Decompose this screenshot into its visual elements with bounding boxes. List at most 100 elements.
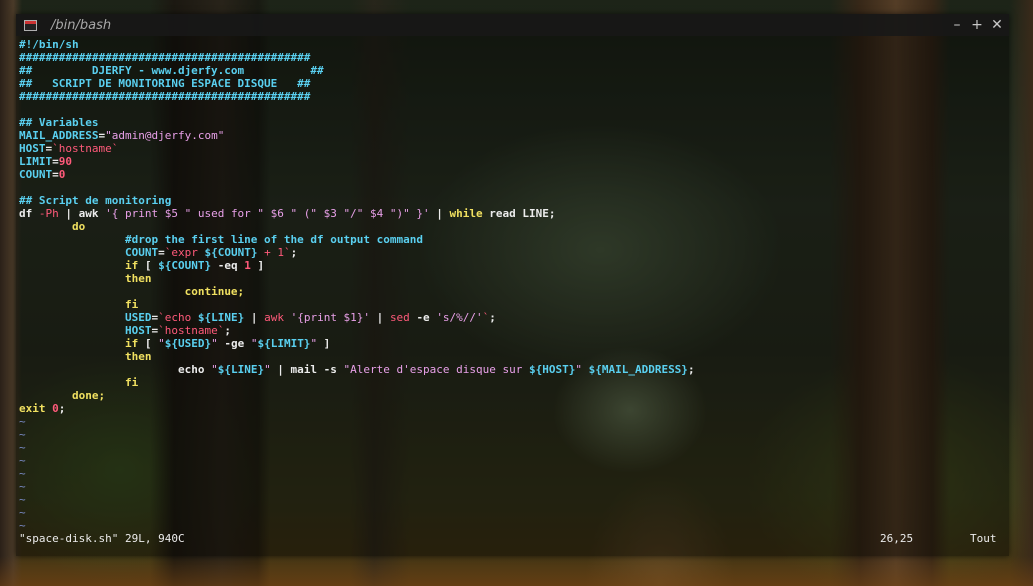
- title-bar[interactable]: /bin/bash – + ✕: [16, 14, 1009, 36]
- code-token: COUNT: [19, 168, 53, 181]
- background-ground: [0, 556, 1033, 586]
- empty-line-marker[interactable]: ~: [19, 441, 695, 454]
- empty-line-marker[interactable]: ~: [19, 415, 695, 428]
- maximize-button[interactable]: +: [971, 16, 983, 34]
- code-token: ${LINE}: [197, 311, 245, 324]
- code-line[interactable]: if [ ${COUNT} -eq 1 ]: [19, 259, 695, 272]
- code-line[interactable]: [19, 103, 695, 116]
- code-token: if: [124, 259, 139, 272]
- code-line[interactable]: ## Variables: [19, 116, 695, 129]
- code-line[interactable]: HOST=`hostname`: [19, 142, 695, 155]
- empty-line-marker[interactable]: ~: [19, 467, 695, 480]
- code-token: while: [449, 207, 483, 220]
- code-line[interactable]: ########################################…: [19, 90, 695, 103]
- close-button[interactable]: ✕: [991, 16, 1003, 34]
- code-token: =: [52, 155, 59, 168]
- code-line[interactable]: ## Script de monitoring: [19, 194, 695, 207]
- terminal-icon: [24, 19, 37, 31]
- code-token: -s: [323, 363, 344, 376]
- code-line[interactable]: USED=`echo ${LINE} | awk '{print $1}' | …: [19, 311, 695, 324]
- code-line[interactable]: ########################################…: [19, 51, 695, 64]
- code-token: `echo: [158, 311, 198, 324]
- code-line[interactable]: [19, 181, 695, 194]
- code-line[interactable]: ## SCRIPT DE MONITORING ESPACE DISQUE ##: [19, 77, 695, 90]
- code-token: df: [19, 207, 39, 220]
- code-token: ": [575, 363, 582, 376]
- code-token: fi: [124, 298, 139, 311]
- empty-line-marker[interactable]: ~: [19, 480, 695, 493]
- code-line[interactable]: df -Ph | awk '{ print $5 " used for " $6…: [19, 207, 695, 220]
- code-line[interactable]: HOST=`hostname`;: [19, 324, 695, 337]
- code-token: ": [264, 363, 271, 376]
- code-token: ;: [687, 363, 695, 376]
- code-token: ~: [19, 454, 26, 467]
- code-token: ": [211, 337, 218, 350]
- code-token: ~: [19, 519, 26, 532]
- code-line[interactable]: exit 0;: [19, 402, 695, 415]
- code-line[interactable]: COUNT=`expr ${COUNT} + 1`;: [19, 246, 695, 259]
- code-token: ;: [489, 311, 496, 324]
- window-title: /bin/bash: [51, 17, 112, 33]
- editor-buffer[interactable]: #!/bin/sh ###############################…: [19, 38, 695, 532]
- code-line[interactable]: ## DJERFY - www.djerfy.com ##: [19, 64, 695, 77]
- code-line[interactable]: then: [19, 350, 695, 363]
- code-token: ": [211, 363, 218, 376]
- code-token: ~: [19, 428, 26, 441]
- code-line[interactable]: #drop the first line of the df output co…: [19, 233, 695, 246]
- code-token: ]: [250, 259, 265, 272]
- code-token: "admin@djerfy.com": [105, 129, 225, 142]
- code-token: 0: [52, 402, 59, 415]
- code-line[interactable]: fi: [19, 376, 695, 389]
- code-token: MAIL_ADDRESS: [19, 129, 99, 142]
- empty-line-marker[interactable]: ~: [19, 519, 695, 532]
- code-line[interactable]: echo "${LINE}" | mail -s "Alerte d'espac…: [19, 363, 695, 376]
- code-token: 90: [58, 155, 72, 168]
- code-token: ~: [19, 480, 26, 493]
- code-token: [: [138, 259, 159, 272]
- code-line[interactable]: LIMIT=90: [19, 155, 695, 168]
- empty-line-marker[interactable]: ~: [19, 428, 695, 441]
- code-token: HOST: [124, 324, 152, 337]
- code-line[interactable]: do: [19, 220, 695, 233]
- code-token: "Alerte d'espace disque sur: [343, 363, 529, 376]
- code-token: done;: [71, 389, 106, 402]
- code-token: ~: [19, 506, 26, 519]
- code-token: =: [52, 168, 59, 181]
- code-token: if: [124, 337, 139, 350]
- code-line[interactable]: COUNT=0: [19, 168, 695, 181]
- code-token: ${USED}: [164, 337, 212, 350]
- code-token: ": [158, 337, 165, 350]
- code-line[interactable]: #!/bin/sh: [19, 38, 695, 51]
- code-token: ${COUNT}: [158, 259, 212, 272]
- empty-line-marker[interactable]: ~: [19, 506, 695, 519]
- code-token: |: [429, 207, 450, 220]
- terminal-window[interactable]: /bin/bash – + ✕ #!/bin/sh ###############…: [16, 14, 1009, 556]
- code-token: 's/%//': [436, 311, 483, 324]
- code-token: ########################################…: [19, 90, 311, 103]
- empty-line-marker[interactable]: ~: [19, 454, 695, 467]
- code-token: then: [124, 272, 152, 285]
- code-line[interactable]: then: [19, 272, 695, 285]
- code-token: 1: [244, 259, 251, 272]
- code-line[interactable]: MAIL_ADDRESS="admin@djerfy.com": [19, 129, 695, 142]
- code-token: ]: [317, 337, 331, 350]
- code-token: `expr: [164, 246, 205, 259]
- code-token: -Ph: [38, 207, 59, 220]
- code-line[interactable]: done;: [19, 389, 695, 402]
- minimize-button[interactable]: –: [951, 16, 963, 34]
- code-token: LIMIT: [19, 155, 53, 168]
- code-token: COUNT: [124, 246, 159, 259]
- code-token: [: [138, 337, 159, 350]
- code-token: then: [124, 350, 152, 363]
- code-token: | mail: [270, 363, 324, 376]
- code-line[interactable]: if [ "${USED}" -ge "${LIMIT}" ]: [19, 337, 695, 350]
- code-line[interactable]: fi: [19, 298, 695, 311]
- code-token: awk: [264, 311, 291, 324]
- code-line[interactable]: continue;: [19, 285, 695, 298]
- empty-line-marker[interactable]: ~: [19, 493, 695, 506]
